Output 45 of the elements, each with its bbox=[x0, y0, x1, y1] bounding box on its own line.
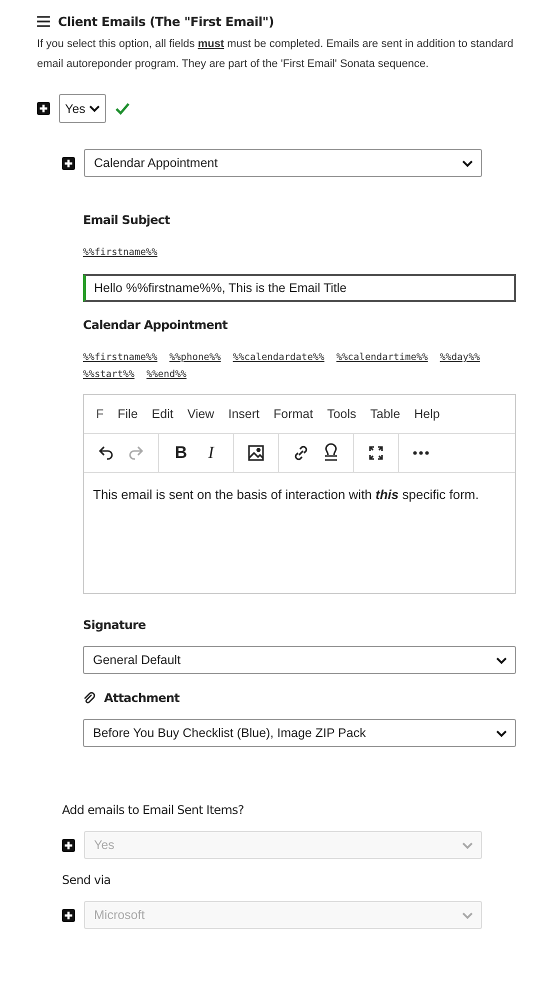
token-link[interactable]: %%firstname%% bbox=[83, 352, 162, 363]
field-label: Attachment bbox=[104, 691, 180, 705]
subject-field[interactable]: Hello %%firstname%%, This is the Email Title bbox=[83, 274, 516, 302]
token-link[interactable]: %%day%% bbox=[440, 352, 484, 363]
menu-icon[interactable] bbox=[37, 16, 50, 27]
paperclip-icon bbox=[83, 692, 96, 704]
menu-item[interactable]: Help bbox=[414, 407, 440, 421]
menu-item[interactable]: F bbox=[96, 407, 104, 421]
field-label: Signature bbox=[83, 618, 147, 632]
chevron-icon bbox=[462, 160, 473, 166]
expand-icon[interactable] bbox=[62, 156, 75, 170]
expand-icon[interactable] bbox=[37, 102, 50, 115]
field-label: Email Subject bbox=[83, 213, 171, 227]
format-button[interactable]: I bbox=[201, 441, 221, 465]
token-link[interactable]: %%start%% bbox=[83, 369, 138, 380]
chevron-icon bbox=[462, 842, 473, 848]
field-label: Add emails to Email Sent Items? bbox=[62, 803, 245, 817]
token-link[interactable]: %%calendartime%% bbox=[336, 352, 432, 363]
token-link[interactable]: %%firstname%% bbox=[83, 247, 162, 258]
expand-icon[interactable] bbox=[62, 838, 75, 852]
enable-dropdown[interactable]: Yes bbox=[59, 94, 106, 123]
expand-icon[interactable] bbox=[62, 908, 75, 922]
field-label: Calendar Appointment bbox=[83, 318, 229, 332]
token-link[interactable]: %%end%% bbox=[146, 369, 191, 380]
menu-item[interactable]: Edit bbox=[152, 407, 174, 421]
menu-item[interactable]: Format bbox=[273, 407, 314, 421]
field-label: Send via bbox=[62, 873, 112, 887]
chevron-icon bbox=[496, 730, 507, 736]
attachment-dropdown[interactable]: Before You Buy Checklist (Blue), Image ZIP Pack bbox=[83, 719, 516, 747]
email-type-dropdown[interactable]: Calendar Appointment bbox=[84, 149, 482, 177]
section-description: If you select this option, all fields must must be completed. Emails are sent in addition to standard email autoreponder program. They are part of the 'First Email' Sonata sequence. bbox=[37, 37, 514, 72]
token-link[interactable]: %%calendardate%% bbox=[232, 352, 328, 363]
format-button[interactable]: B bbox=[171, 441, 191, 465]
chevron-icon bbox=[496, 656, 507, 664]
signature-dropdown[interactable]: General Default bbox=[83, 646, 516, 674]
menu-item[interactable]: Table bbox=[370, 407, 400, 421]
menu-item[interactable]: Insert bbox=[228, 407, 260, 421]
section-title: Client Emails (The "First Email") bbox=[58, 14, 274, 29]
menu-item[interactable]: View bbox=[187, 407, 214, 421]
chevron-icon bbox=[462, 912, 473, 918]
token-link[interactable]: %%phone%% bbox=[169, 352, 225, 363]
menu-item[interactable]: Tools bbox=[327, 407, 356, 421]
editor-content[interactable]: This email is sent on the basis of interaction with this specific form. bbox=[84, 473, 515, 593]
chevron-icon bbox=[89, 105, 100, 112]
menu-item[interactable]: File bbox=[118, 407, 138, 421]
